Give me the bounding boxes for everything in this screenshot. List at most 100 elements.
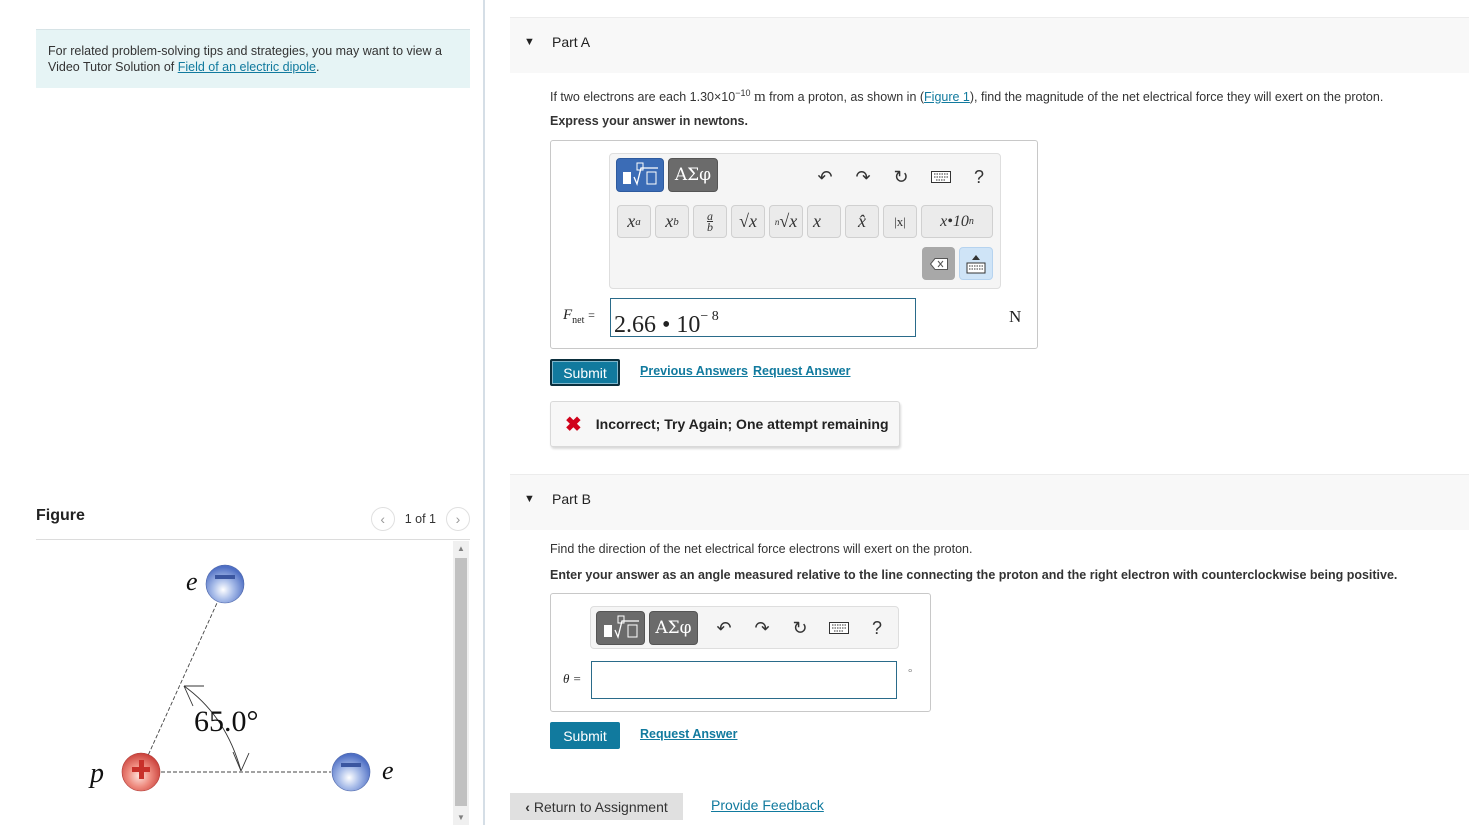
part-b-math-toolbar: ΑΣφ ↶ ↷ ↻ ? bbox=[590, 606, 899, 649]
backspace-button[interactable] bbox=[922, 247, 955, 280]
answer-mantissa: 2.66 • 10 bbox=[614, 312, 701, 338]
redo-icon[interactable]: ↷ bbox=[850, 160, 876, 194]
part-b-submit-button[interactable]: Submit bbox=[550, 722, 620, 749]
newton-unit: N bbox=[1009, 307, 1022, 326]
part-a-question: If two electrons are each 1.30×10−10 m f… bbox=[550, 88, 1383, 106]
part-b-request-answer-link[interactable]: Request Answer bbox=[640, 727, 737, 741]
part-a-math-toolbar: ΑΣφ ↶ ↷ ↻ ? xa xb ab √x n √x x⃗ x̂ |x| x•… bbox=[609, 153, 1001, 289]
part-b-header[interactable]: ▼ Part B bbox=[510, 474, 1469, 530]
toggle-keyboard-button[interactable] bbox=[959, 247, 993, 280]
part-b-answer-box: ΑΣφ ↶ ↷ ↻ ? θ = ° bbox=[550, 593, 931, 712]
figure-scrollbar[interactable]: ▲ ▼ bbox=[453, 541, 469, 825]
part-a-instruction: Express your answer in newtons. bbox=[550, 114, 748, 128]
question-text-end: ), find the magnitude of the net electri… bbox=[969, 90, 1384, 105]
dipole-diagram: 65.0° e p e bbox=[88, 564, 394, 792]
absolute-value-button[interactable]: |x| bbox=[883, 205, 917, 238]
sqrt-button[interactable]: √x bbox=[731, 205, 765, 238]
figure-title: Figure bbox=[36, 507, 85, 524]
scientific-notation-button[interactable]: x•10 n bbox=[921, 205, 993, 238]
question-exponent: −10 bbox=[735, 88, 751, 98]
keyboard-icon[interactable] bbox=[826, 611, 852, 645]
unit-vector-button[interactable]: x̂ bbox=[845, 205, 879, 238]
return-to-assignment-button[interactable]: ‹ Return to Assignment bbox=[510, 793, 683, 820]
part-a-header[interactable]: ▼ Part A bbox=[510, 17, 1469, 73]
plus-icon-v bbox=[139, 760, 144, 779]
scroll-down-icon[interactable]: ▼ bbox=[453, 813, 469, 822]
return-label: Return to Assignment bbox=[533, 798, 668, 815]
provide-feedback-link[interactable]: Provide Feedback bbox=[711, 797, 824, 813]
right-pane: ▼ Part A If two electrons are each 1.30×… bbox=[510, 0, 1469, 825]
templates-icon bbox=[623, 162, 658, 187]
proton-electron-top-line bbox=[140, 602, 218, 772]
question-text: If two electrons are each 1.30×10 bbox=[550, 90, 736, 105]
templates-button[interactable] bbox=[616, 158, 664, 192]
keyboard-icon[interactable] bbox=[928, 160, 954, 194]
proton-label: p bbox=[88, 758, 104, 789]
degree-unit: ° bbox=[908, 667, 913, 679]
theta-label: θ = bbox=[563, 671, 582, 686]
chevron-left-icon: ‹ bbox=[525, 798, 530, 815]
electron-top-label: e bbox=[186, 567, 198, 596]
part-a-submit-button[interactable]: Submit bbox=[550, 359, 620, 386]
pane-divider[interactable] bbox=[483, 0, 485, 825]
undo-icon[interactable]: ↶ bbox=[711, 611, 737, 645]
part-a-title: Part A bbox=[552, 34, 591, 50]
vector-button[interactable]: x⃗ bbox=[807, 205, 841, 238]
minus-icon bbox=[341, 763, 361, 767]
reset-icon[interactable]: ↻ bbox=[888, 160, 914, 194]
feedback-text: Incorrect; Try Again; One attempt remain… bbox=[595, 416, 889, 432]
nth-root-button[interactable]: n √x bbox=[769, 205, 803, 238]
left-pane: For related problem-solving tips and str… bbox=[0, 0, 483, 825]
part-b-question: Find the direction of the net electrical… bbox=[550, 542, 973, 556]
caret-down-icon[interactable]: ▼ bbox=[524, 493, 535, 505]
tip-box: For related problem-solving tips and str… bbox=[36, 29, 470, 88]
incorrect-x-icon: ✖ bbox=[565, 413, 582, 436]
chevron-right-icon[interactable]: › bbox=[446, 507, 470, 531]
video-tutor-link[interactable]: Field of an electric dipole bbox=[178, 60, 316, 74]
equals-sign: = bbox=[588, 308, 595, 322]
part-b-title: Part B bbox=[552, 491, 591, 507]
chevron-left-icon[interactable]: ‹ bbox=[370, 507, 395, 531]
angle-label: 65.0° bbox=[194, 705, 259, 738]
subscript-button[interactable]: xb bbox=[655, 205, 689, 238]
figure-header: Figure ‹ 1 of 1 › bbox=[36, 505, 470, 540]
fnet-sub: net bbox=[572, 315, 585, 326]
undo-icon[interactable]: ↶ bbox=[812, 160, 838, 194]
tip-suffix: . bbox=[316, 60, 320, 74]
fnet-label: Fnet = bbox=[563, 307, 595, 326]
figure-link[interactable]: Figure 1 bbox=[924, 90, 970, 104]
greek-symbols-button[interactable]: ΑΣφ bbox=[649, 611, 698, 645]
reset-icon[interactable]: ↻ bbox=[787, 611, 813, 645]
fnet-var: F bbox=[563, 307, 573, 323]
electron-right bbox=[331, 752, 371, 792]
fraction-button[interactable]: ab bbox=[693, 205, 727, 238]
minus-icon bbox=[215, 575, 235, 579]
redo-icon[interactable]: ↷ bbox=[749, 611, 775, 645]
question-unit: m bbox=[753, 89, 766, 106]
backspace-icon bbox=[929, 257, 948, 270]
previous-answers-link[interactable]: Previous Answers bbox=[640, 364, 748, 378]
templates-icon bbox=[603, 615, 639, 640]
answer-exponent: − 8 bbox=[700, 309, 719, 324]
figure-image: 65.0° e p e bbox=[36, 541, 452, 825]
theta-answer-input[interactable] bbox=[591, 661, 897, 699]
greek-symbols-button[interactable]: ΑΣφ bbox=[668, 158, 718, 192]
keyboard-toggle-icon bbox=[966, 254, 986, 273]
superscript-button[interactable]: xa bbox=[617, 205, 651, 238]
scroll-up-icon[interactable]: ▲ bbox=[453, 544, 469, 553]
electron-right-label: e bbox=[382, 756, 394, 785]
help-icon[interactable]: ? bbox=[864, 611, 890, 645]
scrollbar-thumb[interactable] bbox=[455, 558, 467, 806]
templates-button[interactable] bbox=[596, 611, 645, 645]
fnet-answer-input[interactable]: 2.66 • 10− 8 bbox=[610, 298, 916, 338]
part-a-request-answer-link[interactable]: Request Answer bbox=[753, 364, 850, 378]
figure-nav: ‹ 1 of 1 › bbox=[370, 507, 470, 531]
figure-page-count: 1 of 1 bbox=[404, 512, 436, 526]
incorrect-feedback: ✖ Incorrect; Try Again; One attempt rema… bbox=[550, 401, 900, 447]
question-text-mid: from a proton, as shown in ( bbox=[765, 90, 925, 105]
arrowhead-top bbox=[183, 685, 204, 707]
help-icon[interactable]: ? bbox=[966, 160, 992, 194]
electron-top bbox=[205, 564, 245, 604]
caret-down-icon[interactable]: ▼ bbox=[524, 36, 535, 48]
part-b-instruction: Enter your answer as an angle measured r… bbox=[550, 568, 1398, 582]
